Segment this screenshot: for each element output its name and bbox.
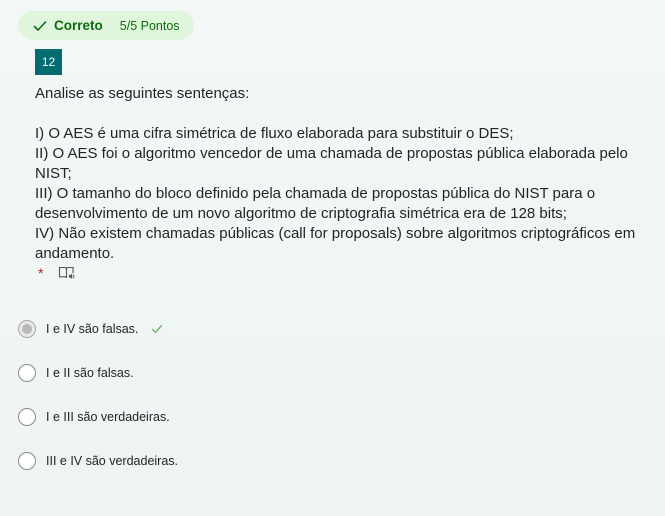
question-line: andamento. [35, 245, 115, 262]
option-4[interactable]: III e IV são verdadeiras. [18, 450, 178, 472]
radio-button[interactable] [18, 452, 36, 470]
result-badge: Correto 5/5 Pontos [18, 11, 194, 40]
question-meta: * [38, 265, 76, 281]
question-number: 12 [35, 49, 62, 75]
question-line: I) O AES é uma cifra simétrica de fluxo … [35, 125, 514, 142]
result-score: 5/5 Pontos [119, 18, 180, 33]
question-line: Analise as seguintes sentenças: [35, 85, 250, 102]
option-label: I e III são verdadeiras. [46, 410, 170, 424]
option-label: III e IV são verdadeiras. [46, 454, 179, 468]
immersive-reader-icon[interactable] [58, 265, 76, 281]
option-label: I e IV são falsas. [46, 322, 139, 336]
correct-check-icon [151, 323, 163, 335]
question-line: II) O AES foi o algoritmo vencedor de um… [35, 145, 628, 162]
question-line: desenvolvimento de um novo algoritmo de … [35, 205, 567, 222]
option-2[interactable]: I e II são falsas. [18, 362, 178, 384]
question-line: NIST; [35, 165, 72, 182]
radio-button[interactable] [18, 408, 36, 426]
question-spacer [35, 104, 655, 124]
question-line: III) O tamanho do bloco definido pela ch… [35, 185, 596, 202]
option-label: I e II são falsas. [46, 366, 134, 380]
question-text: Analise as seguintes sentenças: I) O AES… [35, 84, 655, 264]
radio-button-selected[interactable] [18, 320, 36, 338]
required-mark: * [38, 265, 44, 281]
answer-options: I e IV são falsas. I e II são falsas. I … [18, 318, 178, 494]
radio-button[interactable] [18, 364, 36, 382]
option-3[interactable]: I e III são verdadeiras. [18, 406, 178, 428]
question-line: IV) Não existem chamadas públicas (call … [35, 225, 636, 242]
radio-dot [22, 324, 32, 334]
check-icon [32, 18, 48, 34]
option-1[interactable]: I e IV são falsas. [18, 318, 178, 340]
result-status: Correto [54, 18, 103, 33]
